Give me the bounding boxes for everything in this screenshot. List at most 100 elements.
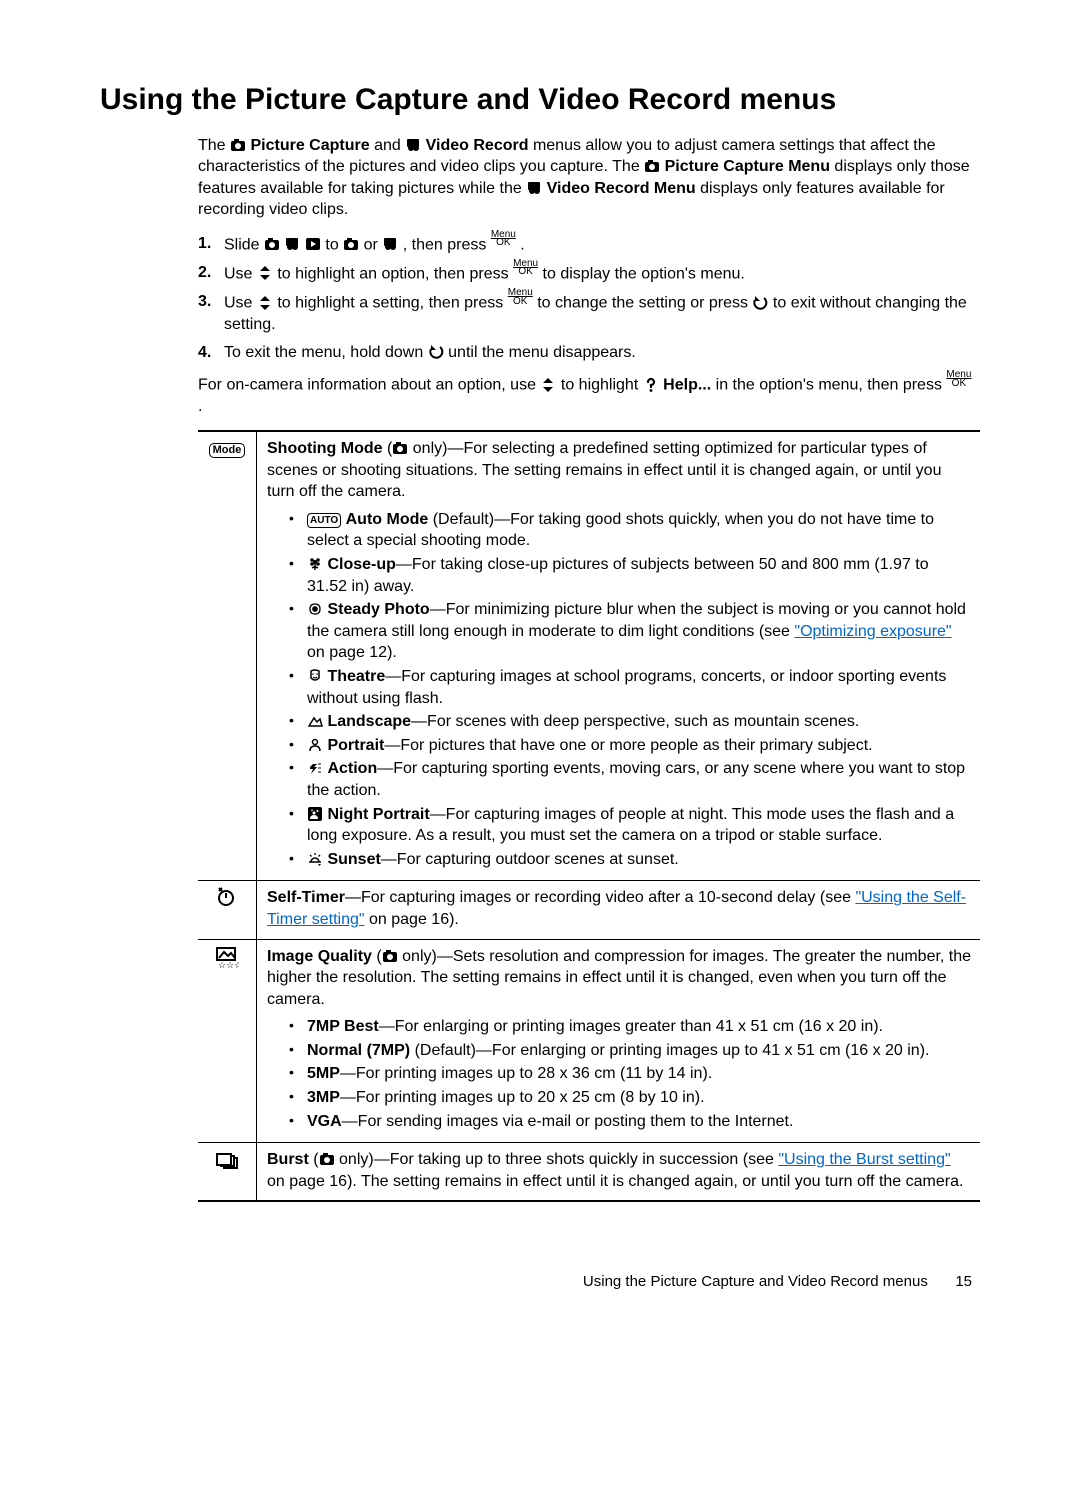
text: and — [374, 137, 405, 154]
text: in the option's menu, then press — [716, 377, 947, 394]
camera-icon — [264, 236, 280, 252]
text: Use — [224, 265, 257, 282]
list-item: • Portrait—For pictures that have one or… — [267, 735, 972, 757]
list-item: •5MP—For printing images up to 28 x 36 c… — [267, 1063, 972, 1085]
step-number: 3. — [198, 291, 224, 336]
row-content: Burst ( only)—For taking up to three sho… — [257, 1143, 980, 1200]
step-4: 4. To exit the menu, hold down until the… — [198, 342, 980, 364]
steps-list: 1. Slide to or , then press MenuOK . 2. … — [198, 233, 980, 363]
list-item: • Action—For capturing sporting events, … — [267, 758, 972, 801]
camera-icon — [392, 440, 408, 456]
text: 3MP — [307, 1089, 340, 1106]
text: to highlight — [561, 377, 643, 394]
row-icon-cell — [198, 881, 257, 938]
image-quality-icon — [215, 946, 239, 970]
text: until the menu disappears. — [448, 344, 636, 361]
list-item: •7MP Best—For enlarging or printing imag… — [267, 1016, 972, 1038]
help-note: For on-camera information about an optio… — [198, 373, 980, 418]
text: only)—Sets resolution and compression fo… — [267, 948, 971, 1008]
text: Use — [224, 295, 257, 312]
row-content: Shooting Mode ( only)—For selecting a pr… — [257, 432, 980, 880]
row-icon-cell — [198, 940, 257, 1143]
text: or — [364, 236, 383, 253]
text: —For capturing outdoor scenes at sunset. — [381, 851, 679, 868]
text: Auto Mode — [346, 511, 429, 528]
text: on page 12). — [307, 644, 397, 661]
closeup-icon — [307, 556, 323, 572]
text: Slide — [224, 236, 264, 253]
text: —For taking close-up pictures of subject… — [307, 556, 929, 595]
landscape-icon — [307, 713, 323, 729]
text: Theatre — [327, 668, 385, 685]
list-item: • Night Portrait—For capturing images of… — [267, 804, 972, 847]
text: —For printing images up to 28 x 36 cm (1… — [340, 1065, 712, 1082]
text: —For sending images via e-mail or postin… — [342, 1113, 794, 1130]
text: Video Record — [426, 137, 529, 154]
video-icon — [284, 236, 300, 252]
camera-icon — [319, 1151, 335, 1167]
text: Image Quality — [267, 948, 372, 965]
text: Action — [327, 760, 377, 777]
link-burst[interactable]: "Using the Burst setting" — [778, 1151, 950, 1168]
text: , then press — [403, 236, 491, 253]
text: —For pictures that have one or more peop… — [384, 737, 872, 754]
text: to — [325, 236, 343, 253]
footer-label: Using the Picture Capture and Video Reco… — [583, 1273, 928, 1290]
video-icon — [405, 137, 421, 153]
text: —For enlarging or printing images greate… — [379, 1018, 883, 1035]
back-icon — [752, 295, 768, 311]
text: on page 16). The setting remains in effe… — [267, 1173, 963, 1190]
menu-ok-icon: MenuOK — [491, 231, 516, 248]
auto-chip-icon: AUTO — [307, 513, 341, 529]
link-optimizing-exposure[interactable]: "Optimizing exposure" — [794, 623, 951, 640]
intro-paragraph: The Picture Capture and Video Record men… — [198, 135, 980, 221]
list-item: •3MP—For printing images up to 20 x 25 c… — [267, 1087, 972, 1109]
list-item: •Normal (7MP) (Default)—For enlarging or… — [267, 1040, 972, 1062]
text: to change the setting or press — [537, 295, 752, 312]
table-row: Burst ( only)—For taking up to three sho… — [198, 1142, 980, 1200]
text: —For capturing images at school programs… — [307, 668, 946, 707]
text: Video Record Menu — [547, 180, 696, 197]
video-icon — [382, 236, 398, 252]
settings-table: Mode Shooting Mode ( only)—For selecting… — [198, 430, 980, 1202]
text: Sunset — [327, 851, 380, 868]
text: Close-up — [327, 556, 395, 573]
row-icon-cell: Mode — [198, 432, 257, 880]
table-row: Self-Timer—For capturing images or recor… — [198, 880, 980, 938]
step-2: 2. Use to highlight an option, then pres… — [198, 262, 980, 285]
text: . — [198, 398, 202, 415]
theatre-icon — [307, 668, 323, 684]
step-number: 2. — [198, 262, 224, 285]
question-icon — [643, 377, 659, 393]
text: —For capturing sporting events, moving c… — [307, 760, 965, 799]
text: Portrait — [327, 737, 384, 754]
page-number: 15 — [932, 1272, 972, 1292]
updown-icon — [257, 295, 273, 311]
text: —For printing images up to 20 x 25 cm (8… — [340, 1089, 705, 1106]
text: Help... — [663, 377, 711, 394]
text: Normal (7MP) — [307, 1042, 410, 1059]
row-icon-cell — [198, 1143, 257, 1200]
text: For on-camera information about an optio… — [198, 377, 540, 394]
text: to highlight an option, then press — [277, 265, 513, 282]
list-item: • Close-up—For taking close-up pictures … — [267, 554, 972, 597]
text: —For scenes with deep perspective, such … — [411, 713, 859, 730]
text: Picture Capture — [250, 137, 369, 154]
menu-ok-icon: MenuOK — [508, 289, 533, 306]
step-3: 3. Use to highlight a setting, then pres… — [198, 291, 980, 336]
text: . — [520, 236, 524, 253]
text: VGA — [307, 1113, 342, 1130]
text: Self-Timer — [267, 889, 345, 906]
step-number: 1. — [198, 233, 224, 256]
camera-icon — [230, 137, 246, 153]
text: Shooting Mode — [267, 440, 383, 457]
camera-icon — [382, 948, 398, 964]
menu-ok-icon: MenuOK — [513, 260, 538, 277]
text: on page 16). — [365, 911, 459, 928]
list-item: • AUTO Auto Mode (Default)—For taking go… — [267, 509, 972, 552]
list-item: • Theatre—For capturing images at school… — [267, 666, 972, 709]
row-content: Image Quality ( only)—Sets resolution an… — [257, 940, 980, 1143]
camera-icon — [343, 236, 359, 252]
step-1: 1. Slide to or , then press MenuOK . — [198, 233, 980, 256]
step-number: 4. — [198, 342, 224, 364]
